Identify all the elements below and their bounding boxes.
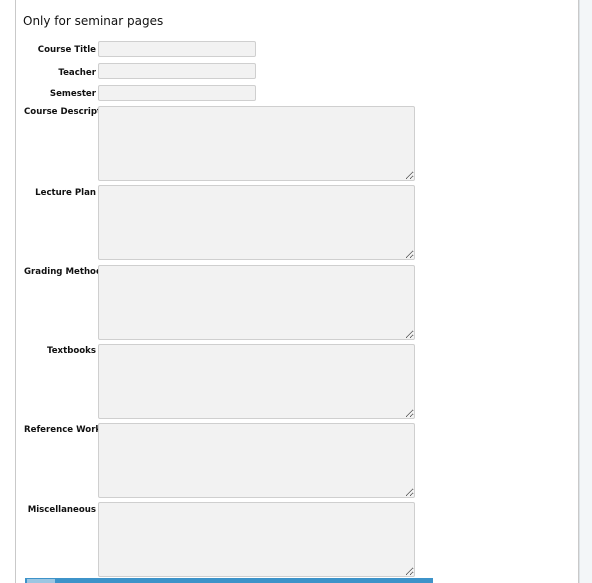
teacher-input[interactable] — [98, 63, 256, 79]
miscellaneous-label: Miscellaneous — [27, 505, 96, 515]
reference-works-label: Reference Works — [24, 425, 107, 435]
semester-input[interactable] — [98, 85, 256, 101]
course-title-label: Course Title — [37, 45, 96, 55]
reference-works-textarea[interactable] — [98, 423, 415, 498]
grading-method-textarea[interactable] — [98, 265, 415, 340]
teacher-label: Teacher — [58, 68, 96, 78]
course-description-textarea[interactable] — [98, 106, 415, 181]
course-description-label: Course Description — [24, 107, 117, 117]
bottom-toolbar — [25, 578, 433, 583]
bottom-toolbar-tab[interactable] — [27, 579, 55, 583]
lecture-plan-textarea[interactable] — [98, 185, 415, 260]
grading-method-label: Grading Method — [24, 267, 103, 277]
lecture-plan-label: Lecture Plan — [35, 188, 96, 198]
section-title: Only for seminar pages — [23, 14, 164, 28]
scrollbar-track[interactable] — [579, 0, 592, 583]
course-title-input[interactable] — [98, 41, 256, 57]
textbooks-textarea[interactable] — [98, 344, 415, 419]
textbooks-label: Textbooks — [47, 346, 96, 356]
semester-label: Semester — [49, 89, 96, 99]
miscellaneous-textarea[interactable] — [98, 502, 415, 577]
